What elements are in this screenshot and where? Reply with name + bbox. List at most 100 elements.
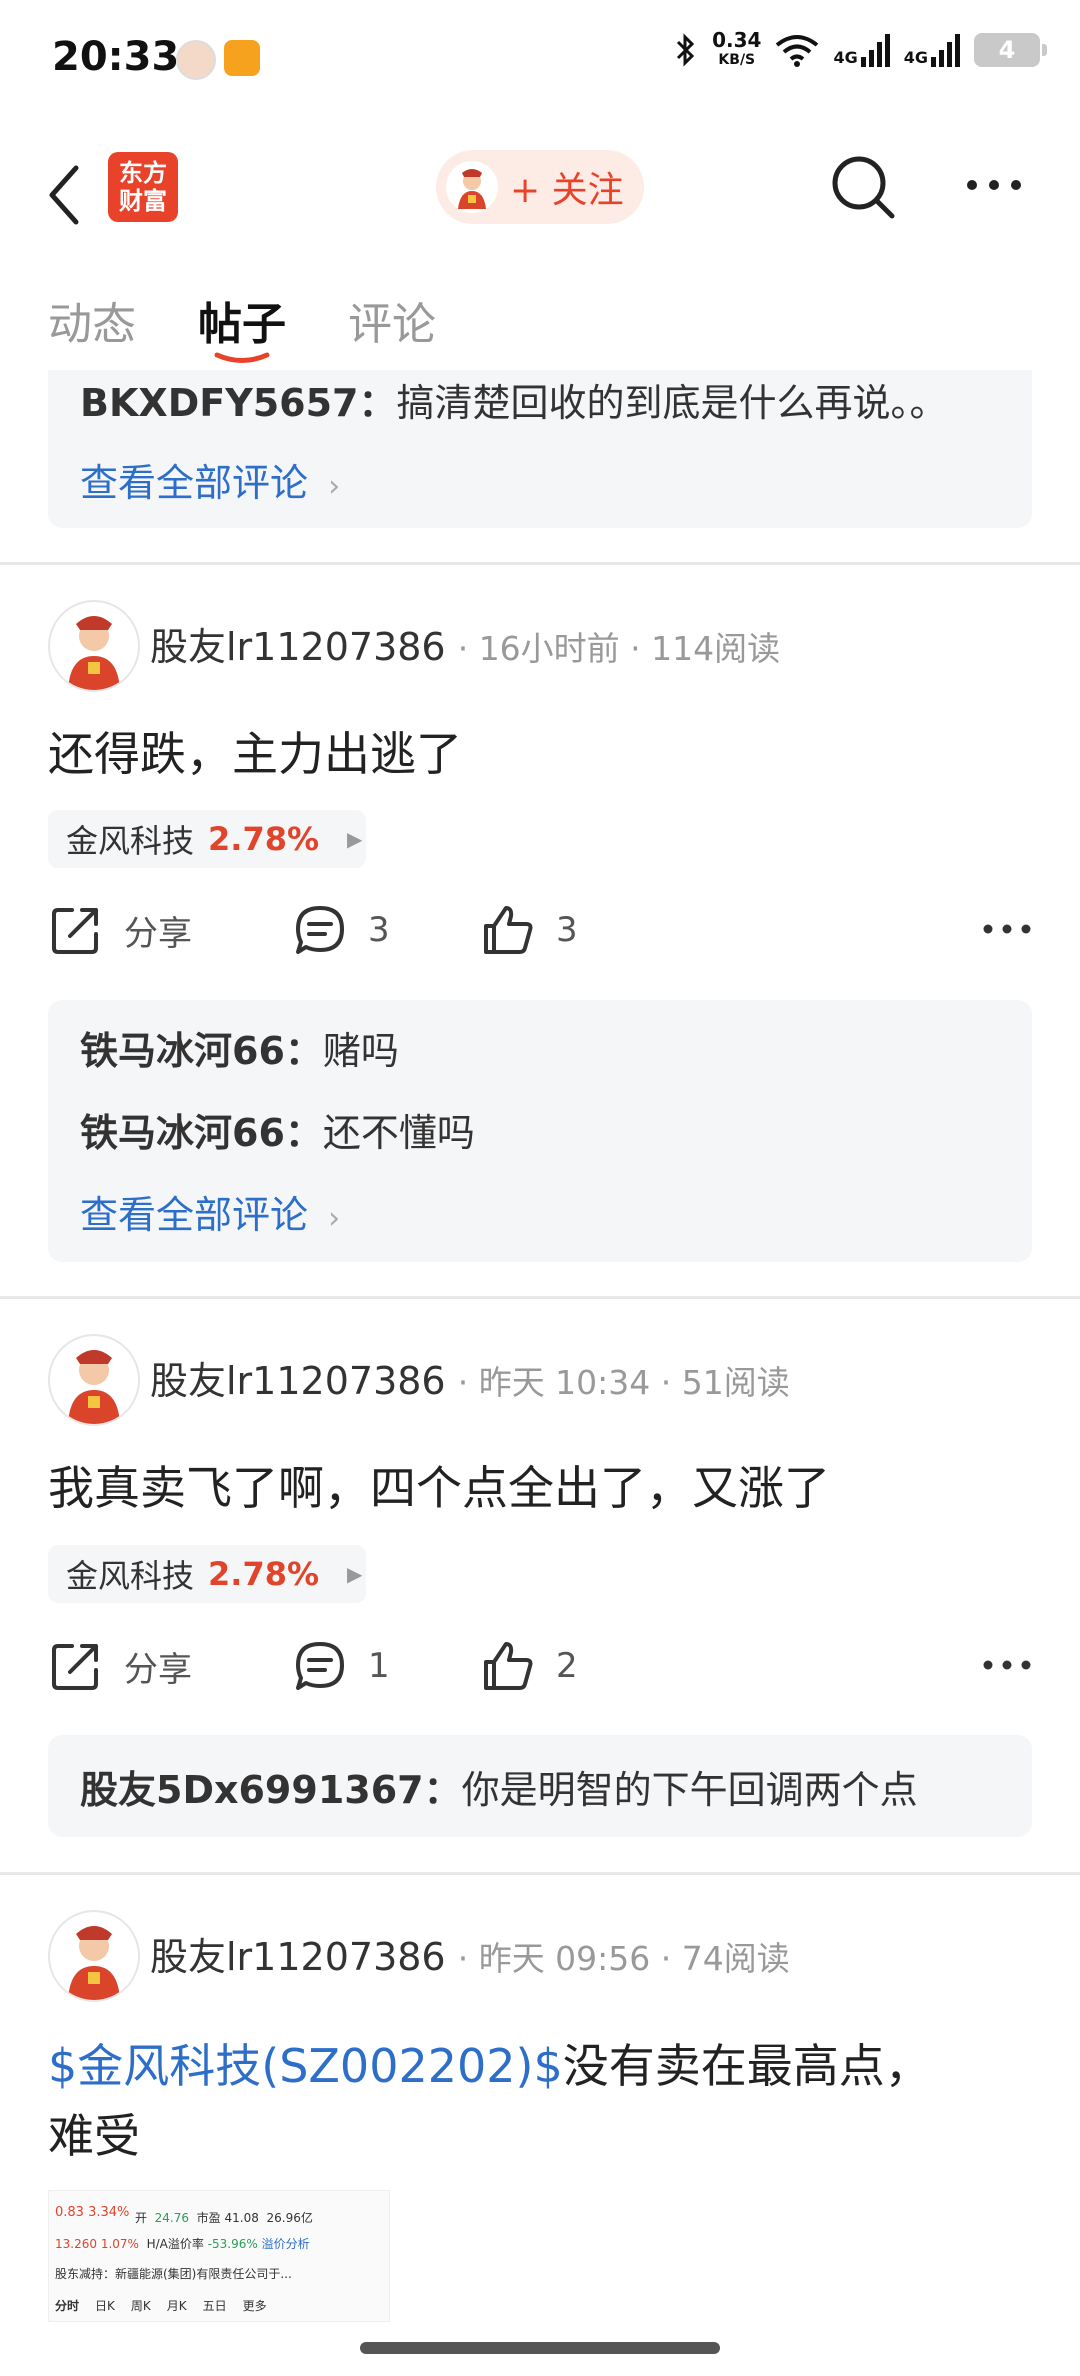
comment-button[interactable]: 1 [292,1638,390,1694]
post-actions: 分享 3 3 [48,902,1032,972]
thumb-tabs: 分时 日K 周K 月K 五日 更多 [55,2297,267,2314]
chevron-right-icon: › [328,469,341,504]
top-nav-bar: 东方 财富 + 关注 [0,140,1080,250]
signal-icon [860,34,890,67]
comment-user[interactable]: 铁马冰河66： [80,1029,323,1073]
post-divider [0,1296,1080,1299]
home-indicator[interactable] [360,2342,720,2354]
follow-label: + 关注 [510,170,624,211]
avatar[interactable] [48,1910,140,2002]
thumb-row2: 开 24.76 市盈 41.08 26.96亿 [135,2209,313,2226]
thumb-value: 26.96亿 [266,2211,313,2225]
follow-button[interactable]: + 关注 [436,150,644,224]
see-all-comments-link[interactable]: 查看全部评论 › [80,1184,340,1239]
thumb-tab: 月K [166,2299,187,2313]
comment-line: BKXDFY5657：搞清楚回收的到底是什么再说。。 [80,372,948,427]
post-divider [0,1872,1080,1875]
comment-text: 搞清楚回收的到底是什么再说。。 [396,381,948,425]
stock-name: 金风科技 [66,822,195,860]
comment-text: 赌吗 [322,1029,399,1073]
post-meta: 股友lr11207386 · 昨天 10:34 · 51阅读 [150,1350,790,1405]
eastmoney-logo[interactable]: 东方 财富 [108,152,178,222]
post-reads: 74阅读 [681,1939,790,1978]
see-all-label: 查看全部评论 [80,1193,309,1237]
wifi-icon [776,35,819,67]
post-time: 昨天 10:34 [478,1363,651,1402]
post-time: 昨天 09:56 [478,1939,651,1978]
post-more-icon[interactable] [982,1658,1032,1672]
thumb-value: 0.83 [55,2205,84,2220]
play-triangle-icon: ▶ [347,827,363,851]
net-speed-value: 0.34 [712,28,762,52]
post-more-icon[interactable] [982,922,1032,936]
back-arrow-icon[interactable] [44,160,84,230]
tab-comments[interactable]: 评论 [348,288,436,352]
comment-preview-box[interactable]: BKXDFY5657：搞清楚回收的到底是什么再说。。 查看全部评论 › [48,370,1032,528]
see-all-comments-link[interactable]: 查看全部评论 › [80,452,340,507]
post-meta-extra: · 昨天 10:34 · 51阅读 [457,1363,790,1402]
signal-2: 4G [904,33,960,67]
thumb-notice: 股东减持：新疆能源(集团)有限责任公司于... [55,2267,292,2281]
signal-icon [931,34,960,67]
tab-dynamics[interactable]: 动态 [48,288,136,352]
post-text[interactable]: 还得跌，主力出逃了 [48,718,462,784]
net-speed-unit: KB/S [718,52,756,68]
post-text[interactable]: 我真卖飞了啊，四个点全出了，又涨了 [48,1452,830,1518]
more-options-icon[interactable] [964,170,1024,200]
like-count: 3 [556,910,578,950]
stock-tag[interactable]: 金风科技 2.78% ▶ [48,810,366,868]
thumb-tab: 分时 [55,2299,80,2313]
comment-user[interactable]: 铁马冰河66： [80,1111,323,1155]
comment-line: 铁马冰河66：还不懂吗 [80,1102,475,1157]
post-author[interactable]: 股友lr11207386 [150,625,446,669]
comment-line: 铁马冰河66：赌吗 [80,1020,399,1075]
post-author[interactable]: 股友lr11207386 [150,1359,446,1403]
comment-line: 股友5Dx6991367：你是明智的下午回调两个点 [80,1759,918,1814]
comment-preview-box[interactable]: 铁马冰河66：赌吗 铁马冰河66：还不懂吗 查看全部评论 › [48,1000,1032,1262]
like-button[interactable]: 2 [480,1638,578,1694]
notification-app-icon [224,40,260,76]
thumb-tab: 日K [95,2299,115,2313]
thumbs-up-icon [484,906,533,954]
post-image-thumbnail[interactable]: 0.83 3.34% 开 24.76 市盈 41.08 26.96亿 13.26… [48,2190,390,2322]
logo-text-line2: 财富 [119,187,167,215]
post-text-rest: 没有卖在最高点， [562,2039,931,2093]
like-count: 2 [556,1646,578,1686]
comment-button[interactable]: 3 [292,902,390,958]
post-actions: 分享 1 2 [48,1638,1032,1708]
play-triangle-icon: ▶ [347,1562,363,1586]
battery-icon: 4 [974,33,1047,67]
comment-preview-box[interactable]: 股友5Dx6991367：你是明智的下午回调两个点 [48,1735,1032,1837]
like-button[interactable]: 3 [480,902,578,958]
search-icon[interactable] [830,154,896,220]
comment-user[interactable]: BKXDFY5657： [80,381,397,425]
post-divider [0,562,1080,565]
thumb-tab: 周K [130,2299,151,2313]
tab-posts[interactable]: 帖子 [198,288,286,352]
thumbs-up-icon [484,1642,533,1690]
post-meta-extra: · 昨天 09:56 · 74阅读 [457,1939,790,1978]
stock-tag[interactable]: 金风科技 2.78% ▶ [48,1545,366,1603]
share-button[interactable]: 分享 [48,902,192,958]
comment-user[interactable]: 股友5Dx6991367： [80,1768,462,1812]
post-text-line2: 难受 [48,2109,140,2163]
thumb-value: 13.260 [55,2237,97,2251]
thumb-link: 溢价分析 [261,2237,310,2251]
post-text[interactable]: $金风科技(SZ002202)$没有卖在最高点， [48,2030,931,2096]
comment-bubble-icon [296,1642,344,1690]
thumb-value: 24.76 [154,2211,190,2225]
caishen-avatar-icon [446,161,498,213]
thumb-label: 市盈 [196,2211,221,2225]
thumb-row3: 13.260 1.07% H/A溢价率 -53.96% 溢价分析 [55,2235,310,2252]
avatar[interactable] [48,1334,140,1426]
stock-name: 金风科技 [66,1557,195,1595]
notification-avatar-icon [176,40,216,80]
post-meta: 股友lr11207386 · 16小时前 · 114阅读 [150,616,780,671]
stock-link[interactable]: $金风科技(SZ002202)$ [48,2039,563,2093]
post-author[interactable]: 股友lr11207386 [150,1935,446,1979]
thumb-tab: 更多 [242,2299,267,2313]
caishen-avatar-icon [68,1926,120,2000]
post-reads: 114阅读 [651,629,781,668]
avatar[interactable] [48,600,140,692]
share-button[interactable]: 分享 [48,1638,192,1694]
